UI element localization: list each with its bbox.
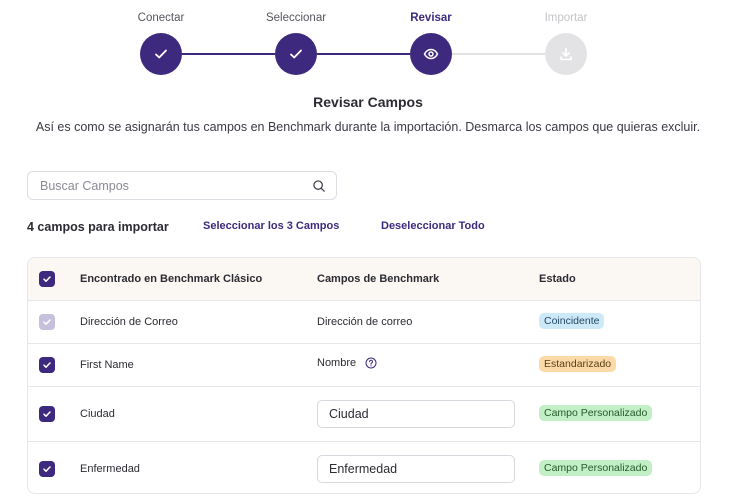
status-badge: Coincidente — [539, 313, 605, 329]
fields-table: Encontrado en Benchmark Clásico Campos d… — [27, 257, 701, 494]
import-stepper: Conectar Seleccionar Revisar Importar — [0, 0, 736, 80]
row-checkbox[interactable] — [39, 357, 55, 373]
search-input[interactable] — [38, 177, 312, 194]
check-icon — [43, 276, 51, 282]
status-badge: Campo Personalizado — [539, 405, 653, 421]
status-badge: Campo Personalizado — [539, 460, 653, 476]
step-label-import: Importar — [544, 12, 588, 24]
page-title: Revisar Campos — [313, 94, 423, 110]
check-icon — [43, 319, 51, 325]
found-field-name: Enfermedad — [80, 463, 140, 475]
help-icon[interactable] — [365, 357, 377, 369]
benchmark-field-cell: Nombre — [317, 357, 377, 369]
benchmark-field-input[interactable] — [317, 400, 515, 428]
row-checkbox[interactable] — [39, 461, 55, 477]
check-icon — [155, 49, 167, 59]
row-checkbox[interactable] — [39, 406, 55, 422]
page-subtitle: Así es como se asignarán tus campos en B… — [35, 120, 701, 134]
step-connector-1 — [182, 53, 275, 55]
step-connector-2 — [317, 53, 410, 55]
deselect-all-link[interactable]: Deseleccionar Todo — [381, 220, 485, 232]
step-connect[interactable] — [140, 33, 182, 75]
header-fields: Campos de Benchmark — [317, 273, 440, 285]
header-found: Encontrado en Benchmark Clásico — [80, 273, 263, 285]
benchmark-field-name: Nombre — [317, 357, 357, 370]
found-field-name: Dirección de Correo — [80, 316, 178, 328]
eye-icon — [423, 48, 439, 60]
benchmark-field-name: Dirección de correo — [317, 316, 413, 328]
table-row: Dirección de Correo Dirección de correo … — [28, 300, 700, 343]
status-badge: Estandarizado — [539, 356, 617, 372]
summary-row: 4 campos para importar Seleccionar los 3… — [27, 219, 727, 235]
field-count: 4 campos para importar — [27, 220, 169, 234]
step-label-connect: Conectar — [137, 12, 185, 24]
check-icon — [43, 411, 51, 417]
download-icon — [560, 47, 572, 61]
step-label-select: Seleccionar — [265, 12, 327, 24]
check-icon — [290, 49, 302, 59]
step-import — [545, 33, 587, 75]
found-field-name: First Name — [80, 359, 134, 371]
step-review[interactable] — [410, 33, 452, 75]
header-status: Estado — [539, 273, 576, 285]
select-all-link[interactable]: Seleccionar los 3 Campos — [203, 220, 339, 232]
table-row: Enfermedad Campo Personalizado — [28, 441, 700, 493]
check-icon — [43, 362, 51, 368]
select-all-checkbox[interactable] — [39, 271, 55, 287]
row-checkbox — [39, 314, 55, 330]
table-row: Ciudad Campo Personalizado — [28, 386, 700, 441]
table-header: Encontrado en Benchmark Clásico Campos d… — [28, 258, 700, 300]
benchmark-field-input[interactable] — [317, 455, 515, 483]
step-connector-3 — [452, 53, 545, 55]
step-select[interactable] — [275, 33, 317, 75]
step-label-review: Revisar — [410, 12, 452, 24]
search-icon[interactable] — [312, 179, 326, 193]
table-row: First Name Nombre Estandarizado — [28, 343, 700, 386]
check-icon — [43, 466, 51, 472]
found-field-name: Ciudad — [80, 408, 115, 420]
search-field[interactable] — [27, 171, 337, 200]
